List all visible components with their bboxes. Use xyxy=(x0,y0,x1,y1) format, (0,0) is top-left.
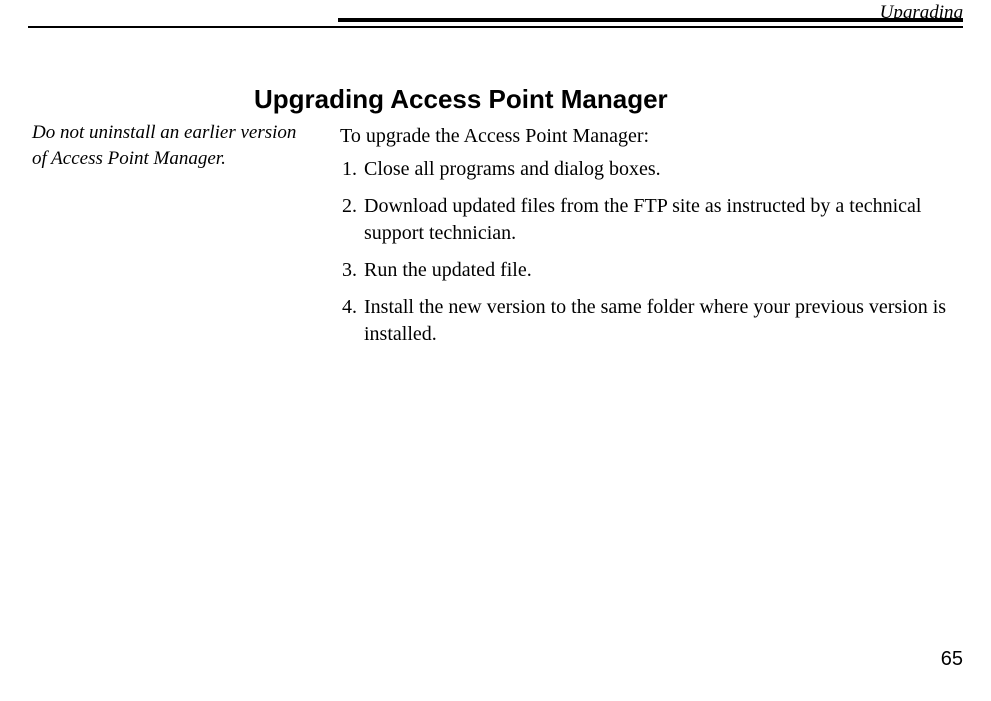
steps-list: Close all programs and dialog boxes. Dow… xyxy=(340,156,963,348)
header-rule-thick xyxy=(338,18,963,22)
section-title: Upgrading Access Point Manager xyxy=(254,84,963,115)
margin-note: Do not uninstall an earlier version of A… xyxy=(32,84,312,358)
step-item: Close all programs and dialog boxes. xyxy=(362,156,963,183)
page-number: 65 xyxy=(941,648,963,671)
running-header: Upgrading xyxy=(880,2,963,24)
step-item: Download updated files from the FTP site… xyxy=(362,193,963,247)
intro-text: To upgrade the Access Point Manager: xyxy=(340,125,963,148)
step-item: Install the new version to the same fold… xyxy=(362,294,963,348)
step-item: Run the updated file. xyxy=(362,257,963,284)
header-rule-thin xyxy=(28,26,963,28)
